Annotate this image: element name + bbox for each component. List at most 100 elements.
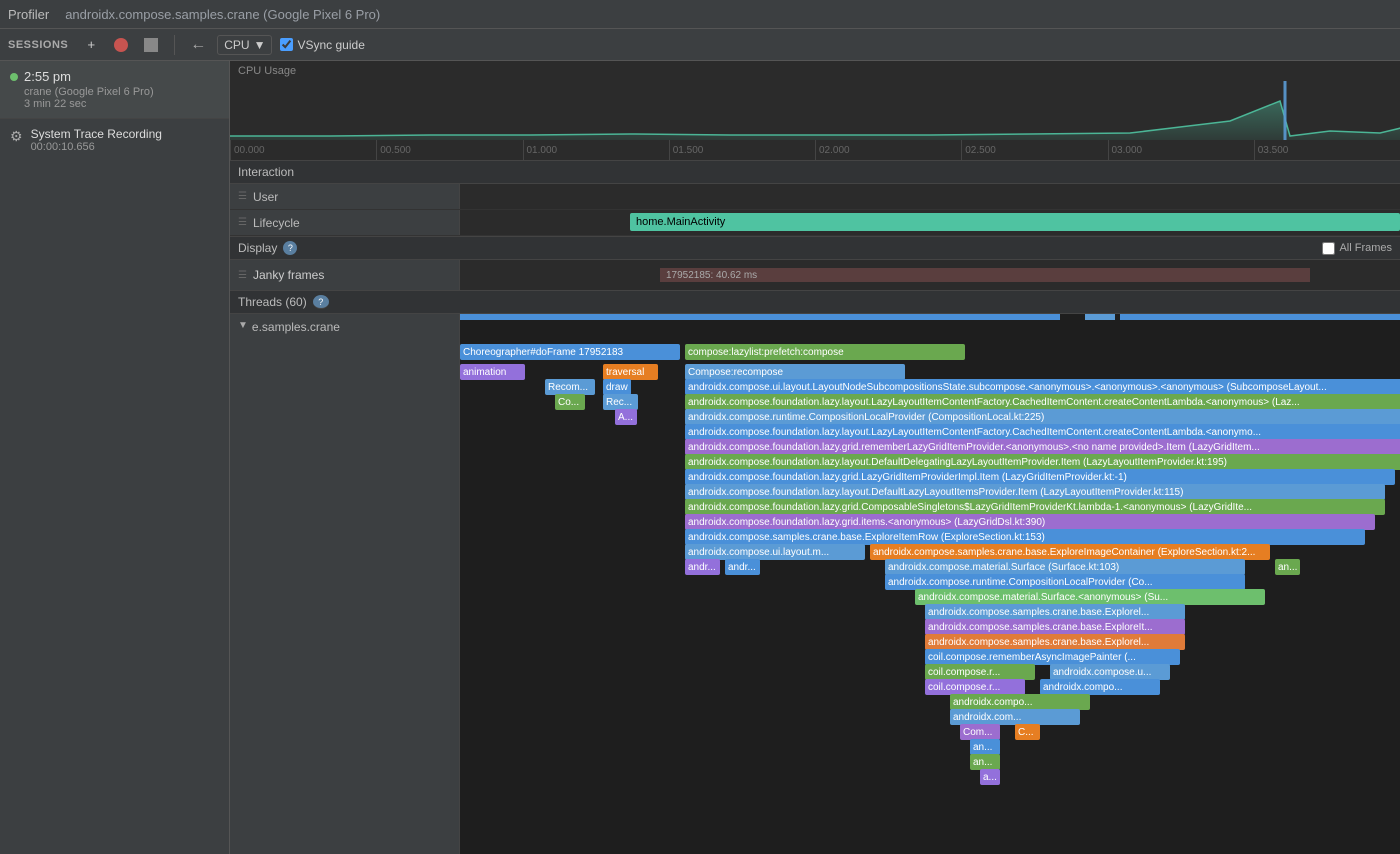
lifecycle-row: ☰ Lifecycle home.MainActivity xyxy=(230,210,1400,236)
stop-icon xyxy=(144,38,158,52)
trace-block[interactable]: androidx.compose.foundation.lazy.grid.re… xyxy=(685,439,1400,455)
vsync-checkbox[interactable] xyxy=(280,38,293,51)
trace-block[interactable]: androidx.compose.foundation.lazy.grid.it… xyxy=(685,514,1375,530)
trace-block[interactable]: Choreographer#doFrame 17952183 xyxy=(460,344,680,360)
trace-block[interactable]: compose:lazylist:prefetch:compose xyxy=(685,344,965,360)
trace-block[interactable]: Rec... xyxy=(603,394,638,410)
ruler-mark-3: 01.500 xyxy=(669,140,815,160)
hamburger-icon[interactable]: ☰ xyxy=(238,191,247,202)
trace-block[interactable]: andr... xyxy=(685,559,720,575)
all-frames-checkbox[interactable] xyxy=(1322,242,1335,255)
ruler-mark-0: 00.000 xyxy=(230,140,376,160)
recording-time: 00:00:10.656 xyxy=(31,141,162,153)
record-icon xyxy=(114,38,128,52)
app-title: androidx.compose.samples.crane (Google P… xyxy=(65,7,380,22)
trace-block[interactable]: androidx.compose.ui.layout.LayoutNodeSub… xyxy=(685,379,1400,395)
thread-timeline[interactable]: Choreographer#doFrame 17952183 compose:la… xyxy=(460,314,1400,854)
trace-block[interactable]: coil.compose.rememberAsyncImagePainter (… xyxy=(925,649,1180,665)
thread-top-bar-2 xyxy=(1085,314,1115,320)
trace-block[interactable]: Com... xyxy=(960,724,1000,740)
trace-block[interactable]: androidx.compose.samples.crane.base.Expl… xyxy=(925,634,1185,650)
user-content xyxy=(460,184,1400,209)
toolbar-divider xyxy=(174,35,175,55)
trace-block[interactable]: androidx.compose.runtime.CompositionLoca… xyxy=(885,574,1245,590)
vsync-checkbox-label[interactable]: VSync guide xyxy=(280,38,364,52)
trace-block[interactable]: androidx.compose.samples.crane.base.Expl… xyxy=(685,529,1365,545)
user-row: ☰ User xyxy=(230,184,1400,210)
gear-icon: ⚙ xyxy=(10,128,23,145)
trace-block[interactable]: Co... xyxy=(555,394,585,410)
session-item[interactable]: 2:55 pm crane (Google Pixel 6 Pro) 3 min… xyxy=(0,61,229,119)
display-info-icon[interactable]: ? xyxy=(283,241,297,255)
record-button[interactable] xyxy=(110,34,132,56)
hamburger-icon-lifecycle[interactable]: ☰ xyxy=(238,217,247,228)
janky-label-area: ☰ Janky frames xyxy=(230,260,460,290)
trace-block[interactable]: coil.compose.r... xyxy=(925,679,1025,695)
stop-button[interactable] xyxy=(140,34,162,56)
sessions-label: SESSIONS xyxy=(8,39,68,51)
lifecycle-label-area: ☰ Lifecycle xyxy=(230,210,460,235)
trace-block[interactable]: androidx.compose.samples.crane.base.Expl… xyxy=(870,544,1270,560)
lifecycle-content: home.MainActivity xyxy=(460,210,1400,235)
trace-block[interactable]: androidx.compose.foundation.lazy.layout.… xyxy=(685,454,1400,470)
ruler-mark-5: 02.500 xyxy=(961,140,1107,160)
display-title: Display xyxy=(238,241,277,255)
add-session-button[interactable]: + xyxy=(80,34,102,56)
all-frames-area: All Frames xyxy=(1322,242,1392,255)
trace-block[interactable]: C... xyxy=(1015,724,1040,740)
trace-block[interactable]: Compose:recompose xyxy=(685,364,905,380)
trace-block[interactable]: androidx.compose.material.Surface (Surfa… xyxy=(885,559,1245,575)
user-label-area: ☰ User xyxy=(230,184,460,209)
display-header: Display ? All Frames xyxy=(230,237,1400,260)
thread-name: e.samples.crane xyxy=(252,320,340,334)
hamburger-icon-janky[interactable]: ☰ xyxy=(238,270,247,281)
trace-block[interactable]: androidx.compose.samples.crane.base.Expl… xyxy=(925,604,1185,620)
cpu-label: CPU xyxy=(224,38,249,52)
trace-block[interactable]: androidx.compose.foundation.lazy.layout.… xyxy=(685,424,1400,440)
trace-block[interactable]: animation xyxy=(460,364,525,380)
trace-block[interactable]: androidx.compose.foundation.lazy.grid.Co… xyxy=(685,499,1385,515)
recording-label: System Trace Recording xyxy=(31,127,162,141)
trace-block[interactable]: androidx.compose.foundation.lazy.grid.La… xyxy=(685,469,1395,485)
interaction-title: Interaction xyxy=(238,165,294,179)
all-frames-label: All Frames xyxy=(1339,242,1392,254)
trace-block[interactable]: coil.compose.r... xyxy=(925,664,1035,680)
trace-block[interactable]: androidx.compo... xyxy=(950,694,1090,710)
trace-block[interactable]: androidx.compose.material.Surface.<anony… xyxy=(915,589,1265,605)
trace-block[interactable]: androidx.compose.samples.crane.base.Expl… xyxy=(925,619,1185,635)
lifecycle-label: Lifecycle xyxy=(253,216,300,230)
trace-block[interactable]: an... xyxy=(1275,559,1300,575)
janky-bar: 17952185: 40.62 ms xyxy=(660,268,1310,282)
cpu-selector[interactable]: CPU ▼ xyxy=(217,35,272,55)
trace-block[interactable]: A... xyxy=(615,409,637,425)
trace-block[interactable]: androidx.compose.foundation.lazy.layout.… xyxy=(685,484,1385,500)
collapse-arrow[interactable]: ▼ xyxy=(238,320,248,331)
trace-block[interactable]: androidx.compose.foundation.lazy.layout.… xyxy=(685,394,1400,410)
trace-block[interactable]: draw xyxy=(603,379,631,395)
recording-item[interactable]: ⚙ System Trace Recording 00:00:10.656 xyxy=(0,119,229,161)
sidebar: 2:55 pm crane (Google Pixel 6 Pro) 3 min… xyxy=(0,61,230,854)
trace-block[interactable]: androidx.com... xyxy=(950,709,1080,725)
trace-block[interactable]: a... xyxy=(980,769,1000,785)
ruler-mark-2: 01.000 xyxy=(523,140,669,160)
trace-block[interactable]: androidx.compose.u... xyxy=(1050,664,1170,680)
trace-block[interactable]: andr... xyxy=(725,559,760,575)
main-layout: 2:55 pm crane (Google Pixel 6 Pro) 3 min… xyxy=(0,61,1400,854)
threads-title: Threads (60) xyxy=(238,295,307,309)
cpu-usage-label: CPU Usage xyxy=(238,65,296,77)
thread-top-bar-1 xyxy=(460,314,1060,320)
trace-block[interactable]: androidx.compose.runtime.CompositionLoca… xyxy=(685,409,1400,425)
profiler-title: Profiler xyxy=(8,7,49,22)
title-bar: Profiler androidx.compose.samples.crane … xyxy=(0,0,1400,29)
trace-block[interactable]: an... xyxy=(970,739,1000,755)
trace-block[interactable]: Recom... xyxy=(545,379,595,395)
trace-block[interactable]: androidx.compose.ui.layout.m... xyxy=(685,544,865,560)
toolbar: SESSIONS + ← CPU ▼ VSync guide xyxy=(0,29,1400,61)
thread-top-bar-3 xyxy=(1120,314,1400,320)
back-button[interactable]: ← xyxy=(187,34,209,56)
trace-block[interactable]: an... xyxy=(970,754,1000,770)
threads-info-icon[interactable]: ? xyxy=(313,295,329,309)
trace-block[interactable]: androidx.compo... xyxy=(1040,679,1160,695)
cpu-dropdown-arrow: ▼ xyxy=(254,38,266,52)
trace-block[interactable]: traversal xyxy=(603,364,658,380)
